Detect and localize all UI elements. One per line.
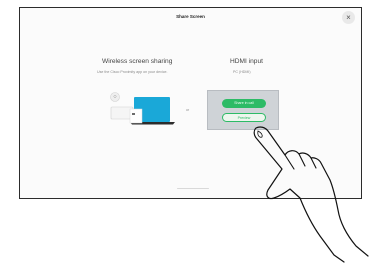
laptop-icon [129,97,175,125]
page-title: Share Screen [176,14,205,19]
close-icon: × [346,13,351,22]
page-indicator [177,187,209,189]
wireless-title: Wireless screen sharing [102,58,173,65]
wireless-subtitle: Use the Cisco Proximity app on your devi… [97,70,168,74]
hdmi-subtitle: PC (HDMI) [233,70,251,74]
wifi-icon [110,92,120,102]
close-button[interactable]: × [342,11,355,24]
share-in-call-button[interactable]: Share in call [222,99,266,108]
or-label: or [186,108,190,112]
hdmi-title: HDMI input [230,58,263,65]
touch-panel-screen: Share Screen × Wireless screen sharing U… [19,7,362,199]
wireless-illustration: or [103,91,208,136]
hdmi-source-panel[interactable]: Share in call Preview [207,90,279,130]
phone-icon [110,106,134,120]
preview-button[interactable]: Preview [222,113,266,122]
